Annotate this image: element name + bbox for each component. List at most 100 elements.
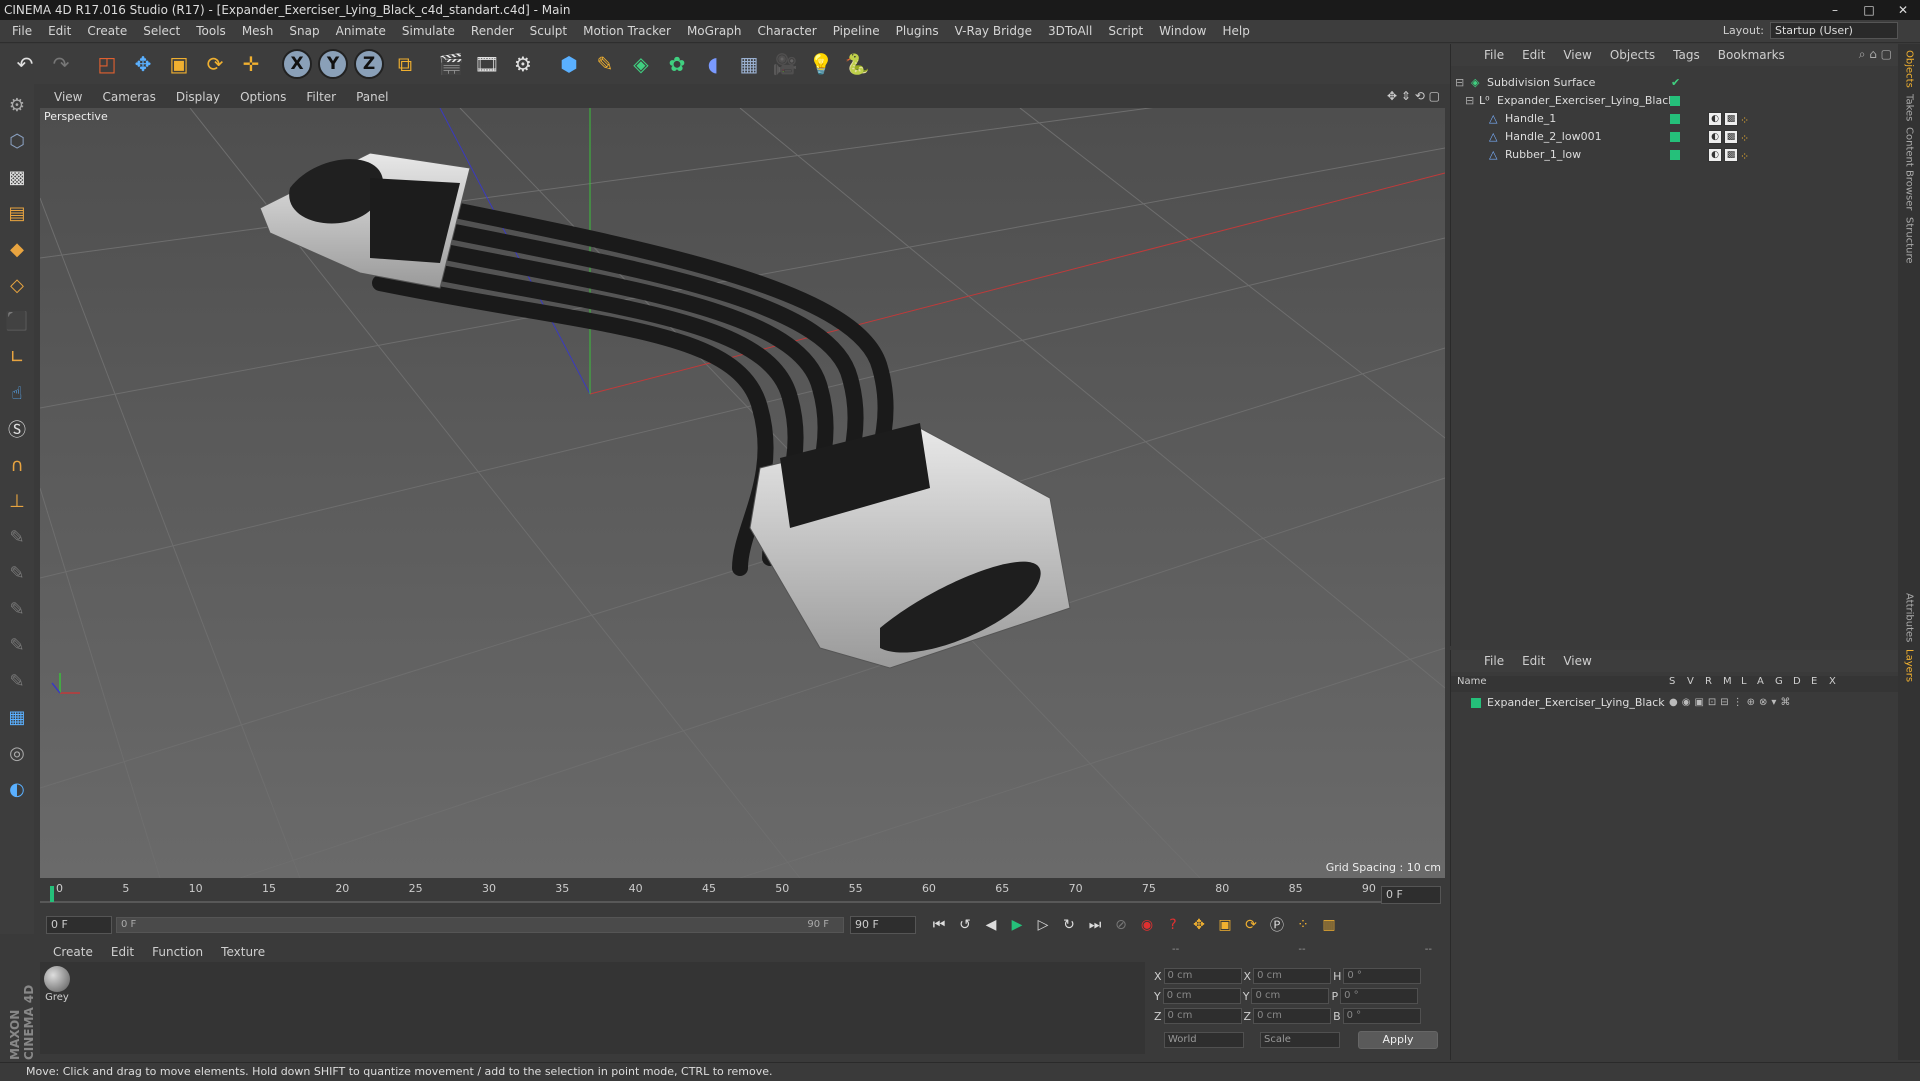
om-menu-tags[interactable]: Tags [1664,48,1709,62]
motion-record-icon[interactable]: ⊘ [1108,914,1134,936]
layer-color-swatch[interactable] [1670,96,1680,106]
start-frame-field[interactable]: 0 F [46,916,112,934]
key-position-icon[interactable]: ✥ [1186,914,1212,936]
menu-mograph[interactable]: MoGraph [679,24,750,38]
menu-edit[interactable]: Edit [40,24,79,38]
menu-snap[interactable]: Snap [281,24,327,38]
autokey-icon[interactable]: ? [1160,914,1186,936]
maximize-button[interactable]: □ [1852,0,1886,20]
live-selection-icon[interactable]: ◰ [90,47,124,81]
size-z-field[interactable]: 0 cm [1253,1008,1332,1024]
texture-mode-icon[interactable]: ▩ [2,162,32,192]
material-menu-edit[interactable]: Edit [102,945,143,959]
lock-workplane-icon[interactable]: ▦ [2,702,32,732]
material-menu-function[interactable]: Function [143,945,212,959]
make-editable-icon[interactable]: ⚙ [2,90,32,120]
timeline-menu-icon[interactable]: ▥ [1316,914,1342,936]
magnet-icon[interactable]: ∩ [2,450,32,480]
menu-select[interactable]: Select [135,24,188,38]
menu-tools[interactable]: Tools [188,24,234,38]
viewport-menu-filter[interactable]: Filter [296,90,346,104]
menu-pipeline[interactable]: Pipeline [825,24,888,38]
key-scale-icon[interactable]: ▣ [1212,914,1238,936]
viewport-menu-view[interactable]: View [44,90,92,104]
menu-window[interactable]: Window [1151,24,1214,38]
layer-color-swatch[interactable] [1670,150,1680,160]
cube-primitive-icon[interactable]: ⬢ [552,47,586,81]
menu-help[interactable]: Help [1214,24,1257,38]
coordinate-system-icon[interactable]: ⧉ [388,47,422,81]
side-tab-content-browser[interactable]: Content Browser [1904,127,1915,210]
mograph-cloner-icon[interactable]: ✿ [660,47,694,81]
menu-character[interactable]: Character [749,24,824,38]
size-x-field[interactable]: 0 cm [1253,968,1332,984]
object-row[interactable]: △ Handle_1 ◐ ▩ ⁘ [1451,110,1899,128]
viewport-menu-cameras[interactable]: Cameras [92,90,165,104]
y-axis-lock[interactable]: Y [316,47,350,81]
key-param-icon[interactable]: Ⓟ [1264,914,1290,936]
current-frame-field[interactable]: 0 F [1381,886,1441,904]
deformer-icon[interactable]: ◖ [696,47,730,81]
texture-tag-icon[interactable]: ▩ [1724,130,1738,144]
object-row[interactable]: ⊟ ◈ Subdivision Surface ✔ [1451,74,1899,92]
texture-tag-icon[interactable]: ▩ [1724,112,1738,126]
layer-row[interactable]: Expander_Exerciser_Lying_Black ●◉▣⊡⊟⋮⊕⊗▾… [1451,694,1899,712]
size-mode-dropdown[interactable]: Scale [1260,1032,1340,1048]
position-y-field[interactable]: 0 cm [1162,988,1241,1004]
next-frame-icon[interactable]: ▷ [1030,914,1056,936]
subdivision-surface-icon[interactable]: ◈ [624,47,658,81]
python-icon[interactable]: 🐍 [840,47,874,81]
viewport-navigation-icons[interactable]: ✥ ⇕ ⟲ ▢ [1387,89,1440,103]
end-frame-field[interactable]: 90 F [850,916,916,934]
menu-vray-bridge[interactable]: V-Ray Bridge [947,24,1040,38]
lm-menu-file[interactable]: File [1475,654,1513,668]
spline-pen-icon[interactable]: ✎ [588,47,622,81]
symmetry-icon[interactable]: ◎ [2,738,32,768]
phong-tag-icon[interactable]: ◐ [1708,148,1722,162]
move-tool-icon[interactable]: ✥ [126,47,160,81]
phong-tag-icon[interactable]: ◐ [1708,112,1722,126]
om-menu-edit[interactable]: Edit [1513,48,1554,62]
size-y-field[interactable]: 0 cm [1251,988,1330,1004]
scale-tool-icon[interactable]: ▣ [162,47,196,81]
om-menu-file[interactable]: File [1475,48,1513,62]
render-picture-viewer-icon[interactable]: 🎞 [470,47,504,81]
layer-toggle-icons[interactable]: ●◉▣⊡⊟⋮⊕⊗▾⌘ [1669,694,1794,712]
render-view-icon[interactable]: 🎬 [434,47,468,81]
menu-create[interactable]: Create [79,24,135,38]
layer-color-swatch[interactable] [1471,698,1481,708]
lm-menu-view[interactable]: View [1554,654,1600,668]
smooth-icon[interactable]: ✎ [2,594,32,624]
menu-sculpt[interactable]: Sculpt [522,24,575,38]
object-row[interactable]: △ Handle_2_low001 ◐ ▩ ⁘ [1451,128,1899,146]
material-menu-texture[interactable]: Texture [212,945,274,959]
menu-mesh[interactable]: Mesh [234,24,282,38]
undo-icon[interactable]: ↶ [8,47,42,81]
z-axis-lock[interactable]: Z [352,47,386,81]
selection-tag-icon[interactable]: ⁘ [1740,148,1749,166]
points-mode-icon[interactable]: ◆ [2,234,32,264]
polygons-mode-icon[interactable]: ⬛ [2,306,32,336]
render-settings-icon[interactable]: ⚙ [506,47,540,81]
om-menu-bookmarks[interactable]: Bookmarks [1709,48,1794,62]
previous-key-icon[interactable]: ↺ [952,914,978,936]
3d-viewport[interactable]: Perspective Grid Spacing : 10 cm [40,108,1445,878]
sculpt-icon[interactable]: ✎ [2,666,32,696]
menu-motion-tracker[interactable]: Motion Tracker [575,24,679,38]
transform-icon[interactable]: ✛ [234,47,268,81]
x-axis-lock[interactable]: X [280,47,314,81]
rotate-tool-icon[interactable]: ⟳ [198,47,232,81]
go-to-end-icon[interactable]: ⏭ [1082,914,1108,936]
side-tab-structure[interactable]: Structure [1904,217,1915,264]
menu-animate[interactable]: Animate [328,24,394,38]
python-script-icon[interactable]: ◐ [2,774,32,804]
menu-file[interactable]: File [4,24,40,38]
om-menu-objects[interactable]: Objects [1601,48,1664,62]
object-row[interactable]: △ Rubber_1_low ◐ ▩ ⁘ [1451,146,1899,164]
workplane-axis-icon[interactable]: ⊥ [2,486,32,516]
apply-button[interactable]: Apply [1358,1031,1438,1049]
layer-color-swatch[interactable] [1670,132,1680,142]
menu-render[interactable]: Render [463,24,522,38]
menu-script[interactable]: Script [1100,24,1151,38]
coordinate-mode-dropdown[interactable]: World [1164,1032,1244,1048]
